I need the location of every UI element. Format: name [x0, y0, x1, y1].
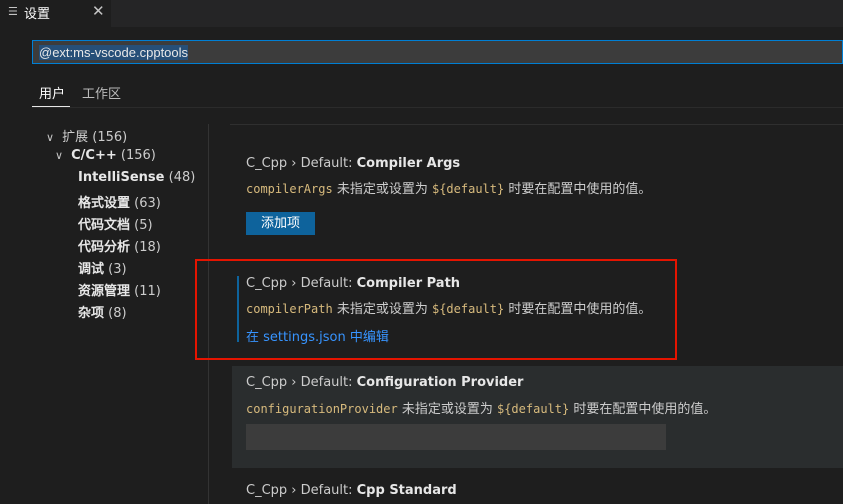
toc-label: IntelliSense	[78, 170, 165, 185]
desc-text: 时要在配置中使用的值。	[569, 402, 717, 417]
setting-name: Compiler Args	[356, 156, 461, 171]
toc-item-misc[interactable]: 杂项 (8)	[78, 302, 127, 321]
toc-count: (156)	[92, 130, 128, 145]
toc-item-code-analysis[interactable]: 代码分析 (18)	[78, 236, 161, 255]
chevron-down-icon: ∨	[55, 149, 64, 162]
content-top-separator	[230, 124, 843, 125]
toc-count: (5)	[134, 218, 153, 233]
toc-label: 调试	[78, 262, 105, 277]
toc-count: (48)	[168, 170, 196, 185]
default-token: ${default}	[431, 182, 505, 196]
header-divider	[32, 107, 843, 108]
toc-item-cpp[interactable]: ∨ C/C++ (156)	[55, 148, 156, 163]
search-value: @ext:ms-vscode.cpptools	[39, 45, 189, 60]
toc-count: (3)	[108, 262, 127, 277]
toc-item-resource-management[interactable]: 资源管理 (11)	[78, 280, 161, 299]
highlight-box	[195, 259, 677, 360]
setting-key: configurationProvider	[246, 402, 398, 416]
setting-category: C_Cpp › Default:	[246, 156, 357, 171]
chevron-down-icon: ∨	[46, 131, 55, 144]
toc-label: 杂项	[78, 306, 105, 321]
toc-label: C/C++	[71, 148, 117, 163]
toc-item-code-docs[interactable]: 代码文档 (5)	[78, 214, 153, 233]
toc-item-formatting[interactable]: 格式设置 (63)	[78, 192, 161, 211]
tab-workspace[interactable]: 工作区	[82, 83, 121, 102]
toc-count: (8)	[108, 306, 127, 321]
setting-title-cpp-standard: C_Cpp › Default: Cpp Standard	[246, 483, 457, 498]
setting-name: Cpp Standard	[356, 483, 457, 498]
search-input[interactable]: @ext:ms-vscode.cpptools	[39, 45, 189, 60]
tab-user[interactable]: 用户	[39, 83, 65, 102]
desc-text: 未指定或设置为	[332, 182, 432, 197]
setting-description: compilerArgs 未指定或设置为 ${default} 时要在配置中使用…	[246, 178, 651, 197]
tab-title: 设置	[24, 7, 51, 22]
configuration-provider-input[interactable]	[246, 424, 666, 450]
setting-key: compilerArgs	[246, 182, 333, 196]
toc-item-extensions[interactable]: ∨ 扩展 (156)	[46, 126, 127, 145]
close-icon[interactable]: ✕	[92, 2, 105, 20]
settings-tab[interactable]: ☰ 设置 ✕	[0, 0, 111, 27]
toc-item-intellisense[interactable]: IntelliSense (48)	[78, 170, 195, 185]
toc-label: 资源管理	[78, 284, 131, 299]
toc-label: 代码文档	[78, 218, 131, 233]
toc-count: (11)	[134, 284, 161, 299]
setting-name: Configuration Provider	[356, 375, 524, 390]
setting-category: C_Cpp › Default:	[246, 483, 357, 498]
toc-label: 格式设置	[78, 196, 131, 211]
toc-label: 代码分析	[78, 240, 131, 255]
setting-category: C_Cpp › Default:	[246, 375, 357, 390]
toc-count: (18)	[134, 240, 161, 255]
add-item-button[interactable]: 添加项	[246, 212, 315, 235]
setting-title-compiler-args: C_Cpp › Default: Compiler Args	[246, 156, 460, 171]
desc-text: 未指定或设置为	[397, 402, 497, 417]
toc-count: (156)	[120, 148, 156, 163]
default-token: ${default}	[496, 402, 570, 416]
toc-count: (63)	[134, 196, 161, 211]
settings-search-box[interactable]: @ext:ms-vscode.cpptools	[32, 40, 843, 64]
setting-description: configurationProvider 未指定或设置为 ${default}…	[246, 398, 716, 417]
toc-label: 扩展	[62, 130, 89, 145]
desc-text: 时要在配置中使用的值。	[504, 182, 652, 197]
editor-tab-bar: ☰ 设置 ✕	[0, 0, 843, 27]
setting-title-configuration-provider: C_Cpp › Default: Configuration Provider	[246, 375, 523, 390]
settings-list-icon: ☰	[8, 5, 18, 18]
toc-item-debug[interactable]: 调试 (3)	[78, 258, 127, 277]
